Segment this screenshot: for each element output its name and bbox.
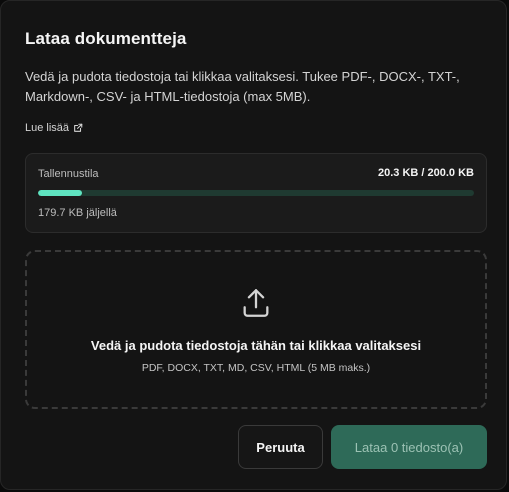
storage-label: Tallennustila (38, 168, 99, 180)
storage-progress-bar (38, 190, 474, 196)
upload-button[interactable]: Lataa 0 tiedosto(a) (331, 425, 487, 469)
storage-usage: 20.3 KB / 200.0 KB (378, 167, 474, 179)
dropzone-subtitle: PDF, DOCX, TXT, MD, CSV, HTML (5 MB maks… (141, 362, 371, 374)
dialog-title: Lataa dokumentteja (25, 29, 187, 48)
external-link-icon (74, 123, 83, 132)
dialog-description: Vedä ja pudota tiedostoja tai klikkaa va… (25, 69, 460, 104)
upload-icon (243, 289, 269, 317)
storage-remaining: 179.7 KB jäljellä (38, 207, 117, 219)
dropzone-title: Vedä ja pudota tiedostoja tähän tai klik… (90, 338, 422, 353)
upload-dialog: Lataa dokumentteja Vedä ja pudota tiedos… (0, 0, 507, 490)
cancel-button[interactable]: Peruuta (238, 425, 323, 469)
learn-more-link[interactable]: Lue lisää (25, 122, 83, 134)
file-dropzone[interactable]: Vedä ja pudota tiedostoja tähän tai klik… (25, 250, 487, 409)
storage-progress-fill (38, 190, 83, 196)
storage-panel: Tallennustila 20.3 KB / 200.0 KB 179.7 K… (25, 153, 487, 233)
learn-more-label: Lue lisää (25, 122, 70, 134)
